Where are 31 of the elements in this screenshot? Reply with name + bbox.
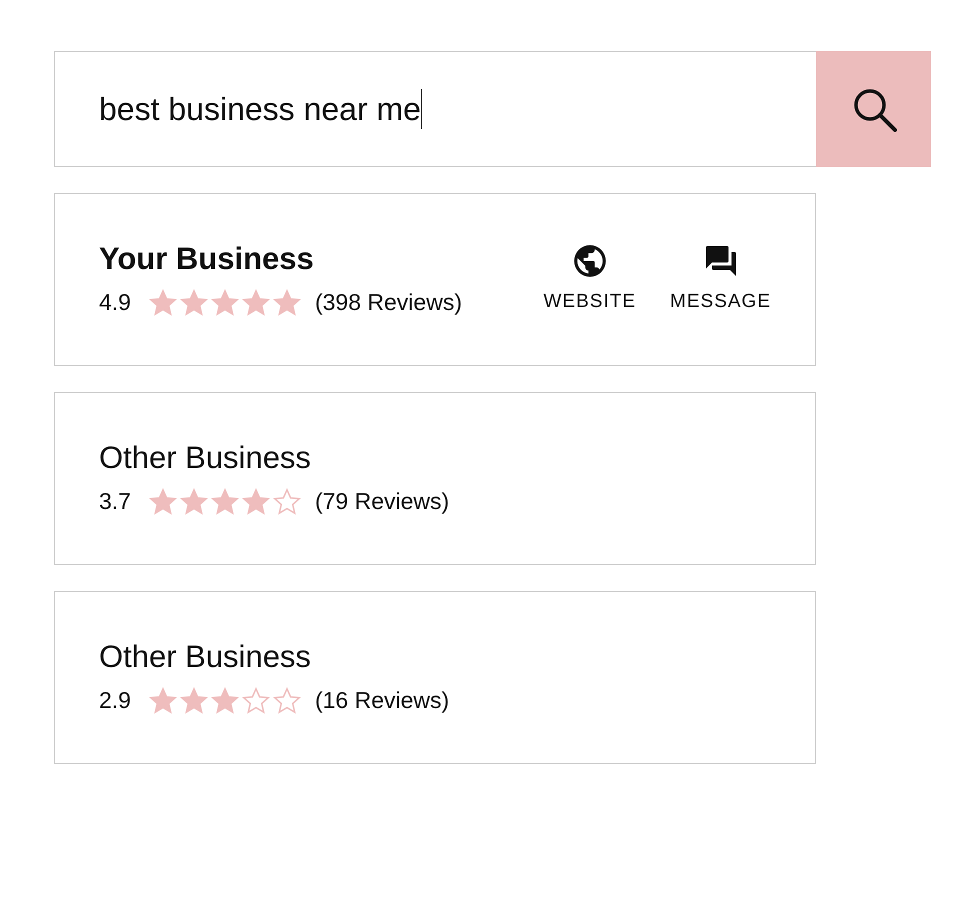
star-icon <box>210 288 239 316</box>
star-icon <box>210 488 239 515</box>
business-name: Other Business <box>99 438 312 476</box>
star-icon <box>148 686 177 714</box>
star-icon <box>242 686 270 714</box>
star-icon <box>242 288 270 316</box>
star-icon <box>148 288 177 316</box>
star-icon <box>148 488 177 515</box>
star-icon <box>180 288 208 316</box>
star-icon <box>210 686 239 714</box>
action-button[interactable]: WEBSITE <box>544 242 636 317</box>
review-count: (398 Reviews) <box>314 288 462 317</box>
review-count: (79 Reviews) <box>314 486 450 516</box>
star-icon <box>272 288 301 316</box>
star-icon <box>242 488 270 515</box>
rating-value: 3.7 <box>99 486 131 516</box>
star-icon <box>272 686 301 714</box>
rating-value: 2.9 <box>99 686 131 715</box>
business-name: Other Business <box>99 638 312 675</box>
action-button[interactable]: MESSAGE <box>670 242 771 317</box>
rating-value: 4.9 <box>99 288 131 317</box>
star-icon <box>180 488 208 515</box>
search-button[interactable] <box>816 51 931 167</box>
star-icon <box>180 686 208 714</box>
result-card[interactable]: Other Business 2.9 (16 Reviews) <box>54 591 816 764</box>
result-card[interactable]: Other Business 3.7 (79 Reviews) <box>54 392 816 565</box>
search-field[interactable]: best business near me <box>54 51 816 167</box>
star-icon <box>272 488 301 515</box>
review-count: (16 Reviews) <box>314 686 450 715</box>
business-name: Your Business <box>99 240 315 277</box>
result-card[interactable]: Your Business 4.9 (398 Reviews) WEBSITE MESSAGE <box>54 193 816 366</box>
